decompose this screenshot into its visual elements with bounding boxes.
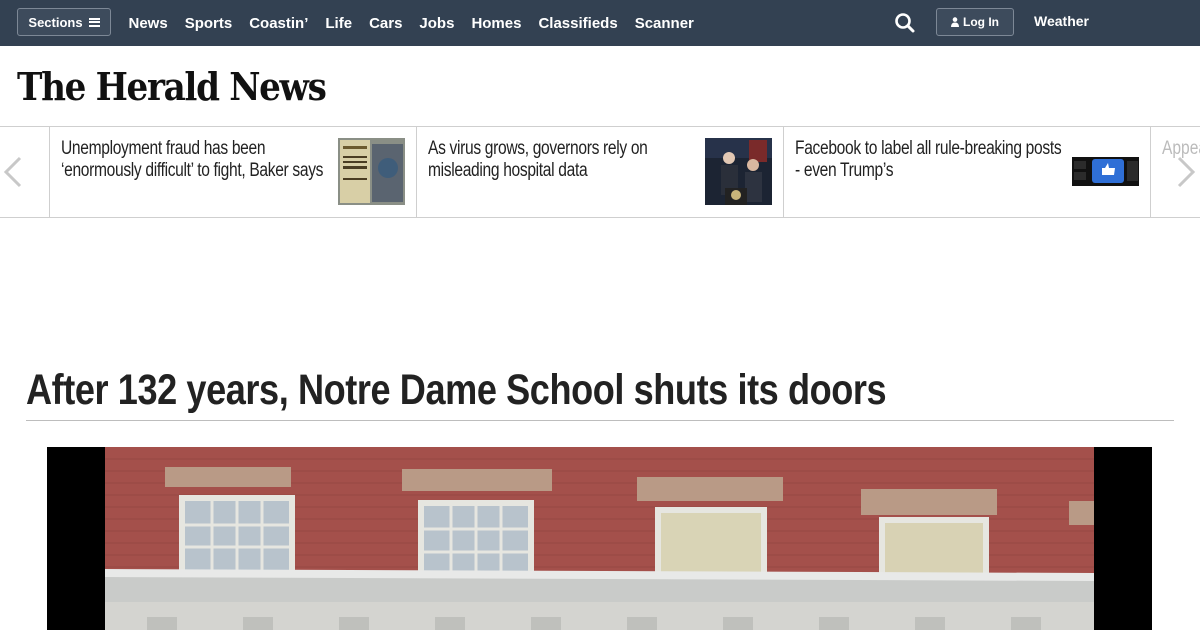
- sections-button-label: Sections: [28, 14, 83, 30]
- carousel-story[interactable]: As virus grows, governors rely on mislea…: [417, 127, 784, 217]
- sections-menu-button[interactable]: Sections: [17, 8, 111, 36]
- log-in-button[interactable]: Log In: [936, 8, 1014, 36]
- primary-nav-links: News Sports Coastin’ Life Cars Jobs Home…: [120, 0, 702, 46]
- chevron-right-icon: [1177, 156, 1196, 188]
- log-in-label: Log In: [963, 15, 999, 29]
- story-thumbnail[interactable]: [1072, 157, 1139, 186]
- top-navigation-bar: Sections News Sports Coastin’ Life Cars …: [0, 0, 1200, 46]
- nav-link-scanner[interactable]: Scanner: [626, 15, 702, 32]
- nav-link-classifieds[interactable]: Classifieds: [530, 15, 626, 32]
- article-lead-photo[interactable]: [47, 447, 1152, 630]
- story-headline[interactable]: Facebook to label all rule-breaking post…: [795, 138, 1066, 182]
- chevron-left-icon: [3, 156, 22, 188]
- nav-link-life[interactable]: Life: [317, 15, 361, 32]
- weather-link[interactable]: Weather: [1034, 13, 1089, 29]
- nav-link-homes[interactable]: Homes: [463, 15, 530, 32]
- story-headline[interactable]: As virus grows, governors rely on mislea…: [428, 138, 699, 182]
- site-logo[interactable]: The Herald News: [17, 64, 327, 109]
- carousel-story[interactable]: Unemployment fraud has been ‘enormously …: [50, 127, 417, 217]
- article-title: After 132 years, Notre Dame School shuts…: [26, 366, 887, 414]
- story-thumbnail[interactable]: [338, 138, 405, 205]
- hamburger-icon: [88, 17, 100, 27]
- nav-link-news[interactable]: News: [120, 15, 176, 32]
- headline-carousel: Unemployment fraud has been ‘enormously …: [0, 126, 1200, 218]
- carousel-story[interactable]: Facebook to label all rule-breaking post…: [784, 127, 1151, 217]
- user-icon: [951, 17, 959, 27]
- title-divider: [26, 420, 1174, 421]
- nav-link-cars[interactable]: Cars: [361, 15, 411, 32]
- nav-link-sports[interactable]: Sports: [176, 15, 241, 32]
- carousel-prev-button[interactable]: [0, 127, 50, 217]
- search-icon[interactable]: [893, 11, 917, 35]
- nav-link-jobs[interactable]: Jobs: [411, 15, 463, 32]
- story-headline[interactable]: Unemployment fraud has been ‘enormously …: [61, 138, 332, 182]
- carousel-next-button[interactable]: [1172, 155, 1200, 189]
- nav-link-coastin[interactable]: Coastin’: [241, 15, 317, 32]
- story-thumbnail[interactable]: [705, 138, 772, 205]
